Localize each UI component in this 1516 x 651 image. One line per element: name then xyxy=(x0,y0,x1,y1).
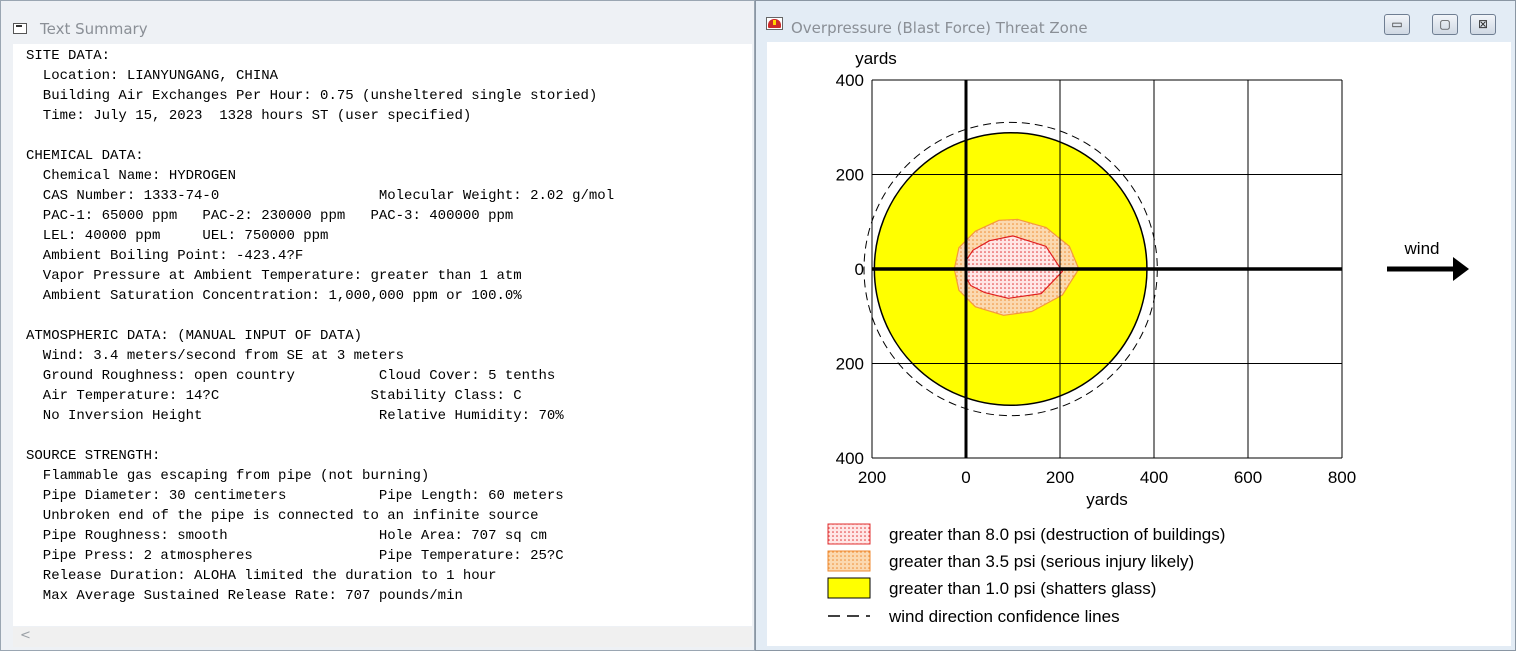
threat-zone-titlebar[interactable]: Overpressure (Blast Force) Threat Zone ▭… xyxy=(756,1,1515,39)
maximize-button[interactable]: ▢ xyxy=(1432,14,1458,35)
summary-line: Unbroken end of the pipe is connected to… xyxy=(26,508,539,524)
threat-zone-plot-area: 200 0 200 400 600 800 400 200 0 200 400 yards yards w… xyxy=(767,42,1511,646)
minimize-button[interactable]: ▭ xyxy=(1384,14,1410,35)
summary-line: Flammable gas escaping from pipe (not bu… xyxy=(26,468,430,484)
y-axis-label: yards xyxy=(855,49,897,68)
summary-line: CAS Number: 1333-74-0 Molecular Weight: … xyxy=(26,188,615,204)
summary-line: Location: LIANYUNGANG, CHINA xyxy=(26,68,279,84)
legend-label: wind direction confidence lines xyxy=(888,607,1120,626)
summary-line: Wind: 3.4 meters/second from SE at 3 met… xyxy=(26,348,405,364)
threat-zone-chart: 200 0 200 400 600 8004002000200400yardsyardsw… xyxy=(827,49,1469,626)
summary-line: PAC-1: 65000 ppm PAC-2: 230000 ppm PAC-3… xyxy=(26,208,514,224)
legend-label: greater than 1.0 psi (shatters glass) xyxy=(889,579,1156,598)
y-tick-label: 400 xyxy=(836,449,864,468)
summary-line: LEL: 40000 ppm UEL: 750000 ppm xyxy=(26,228,329,244)
summary-line: Ambient Boiling Point: -423.4?F xyxy=(26,248,304,264)
legend-swatch-3-5psi xyxy=(827,550,871,572)
threat-alert-icon xyxy=(766,17,783,30)
summary-line: Time: July 15, 2023 1328 hours ST (user … xyxy=(26,108,472,124)
text-summary-titlebar[interactable]: Text Summary xyxy=(1,1,754,39)
window-title: Text Summary xyxy=(40,20,148,38)
summary-line: Vapor Pressure at Ambient Temperature: g… xyxy=(26,268,522,284)
summary-line: Release Duration: ALOHA limited the dura… xyxy=(26,568,497,584)
summary-line: ATMOSPHERIC DATA: (MANUAL INPUT OF DATA) xyxy=(26,328,363,344)
x-tick-label: 200 xyxy=(1046,468,1074,487)
window-app-icon xyxy=(13,23,27,34)
y-tick-label: 0 xyxy=(855,260,864,279)
horizontal-scrollbar[interactable]: < xyxy=(13,627,752,647)
window-title: Overpressure (Blast Force) Threat Zone xyxy=(791,19,1088,37)
summary-line: Building Air Exchanges Per Hour: 0.75 (u… xyxy=(26,88,598,104)
close-button[interactable]: ⊠ xyxy=(1470,14,1496,35)
y-tick-label: 200 xyxy=(836,355,864,374)
y-tick-label: 200 xyxy=(836,166,864,185)
x-tick-label: 200 xyxy=(858,468,886,487)
summary-line: No Inversion Height Relative Humidity: 7… xyxy=(26,408,564,424)
legend-label: greater than 8.0 psi (destruction of bui… xyxy=(889,525,1225,544)
legend-swatch-8psi xyxy=(827,523,871,545)
summary-line: SOURCE STRENGTH: xyxy=(26,448,161,464)
x-tick-label: 800 xyxy=(1328,468,1356,487)
summary-line: Pipe Press: 2 atmospheres Pipe Temperatu… xyxy=(26,548,564,564)
summary-line: Ground Roughness: open country Cloud Cov… xyxy=(26,368,556,384)
scroll-left-icon[interactable]: < xyxy=(20,628,31,643)
wind-label: wind xyxy=(1404,239,1440,258)
summary-line: Chemical Name: HYDROGEN xyxy=(26,168,237,184)
summary-line: SITE DATA: xyxy=(26,48,111,64)
legend-label: greater than 3.5 psi (serious injury lik… xyxy=(889,552,1194,571)
x-tick-label: 600 xyxy=(1234,468,1262,487)
summary-line: Ambient Saturation Concentration: 1,000,… xyxy=(26,288,522,304)
summary-text-area[interactable]: SITE DATA: Location: LIANYUNGANG, CHINA … xyxy=(13,44,752,626)
x-axis-label: yards xyxy=(1086,490,1128,509)
summary-line: CHEMICAL DATA: xyxy=(26,148,144,164)
x-tick-label: 400 xyxy=(1140,468,1168,487)
summary-line: Max Average Sustained Release Rate: 707 … xyxy=(26,588,463,604)
x-tick-label: 0 xyxy=(961,468,970,487)
y-tick-label: 400 xyxy=(836,71,864,90)
text-summary-window[interactable]: Text Summary SITE DATA: Location: LIANYU… xyxy=(0,0,755,651)
threat-zone-window[interactable]: Overpressure (Blast Force) Threat Zone ▭… xyxy=(755,0,1516,651)
summary-line: Air Temperature: 14?C Stability Class: C xyxy=(26,388,522,404)
summary-line: Pipe Roughness: smooth Hole Area: 707 sq… xyxy=(26,528,547,544)
legend-swatch-1psi xyxy=(827,577,871,599)
summary-line: Pipe Diameter: 30 centimeters Pipe Lengt… xyxy=(26,488,564,504)
wind-arrow-head xyxy=(1453,257,1469,281)
